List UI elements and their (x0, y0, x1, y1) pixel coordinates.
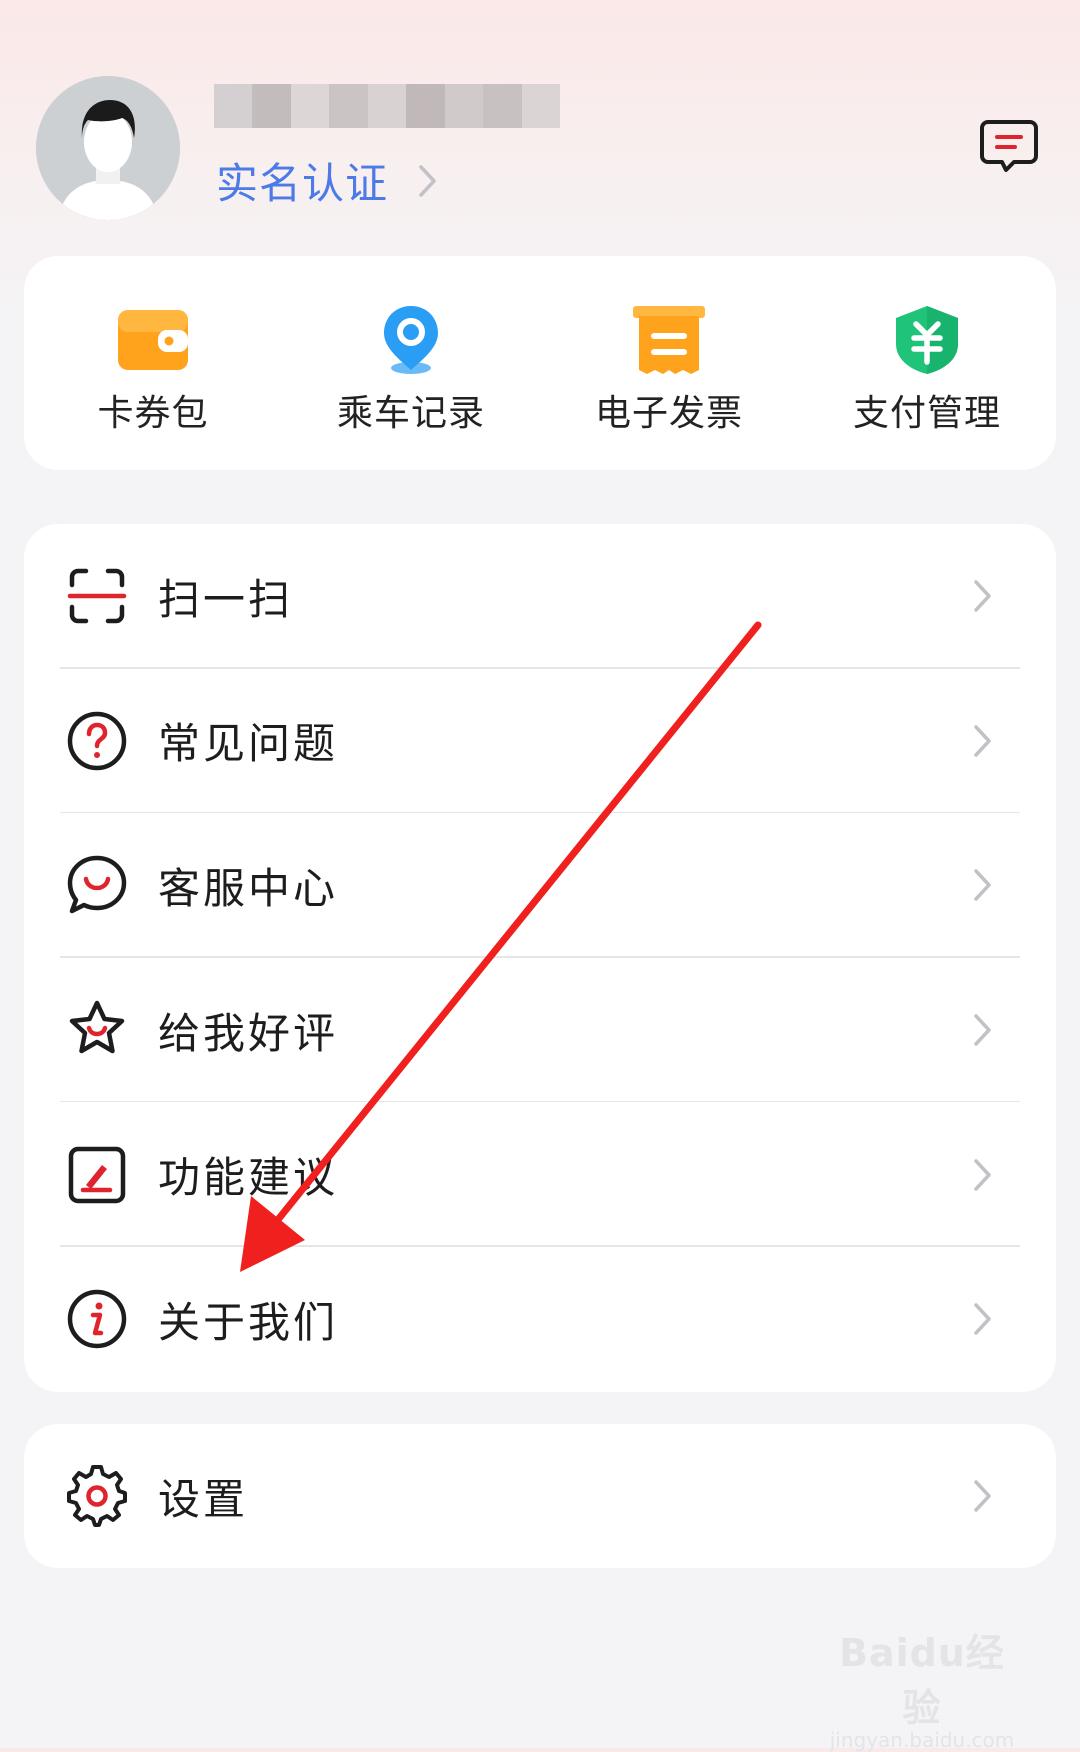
verify-label: 实名认证 (216, 159, 389, 208)
chevron-right-icon (974, 1014, 991, 1046)
chevron-right-icon (974, 580, 991, 613)
menu-item-faq[interactable]: 常见问题 (24, 669, 1056, 814)
chevron-right-icon (974, 1303, 991, 1336)
quick-item-label: 电子发票 (594, 393, 743, 434)
settings-card: 设置 (24, 1424, 1056, 1568)
menu-item-label: 设置 (158, 1474, 249, 1524)
chevron-right-icon (974, 869, 991, 902)
question-icon (67, 711, 127, 771)
menu-item-label: 给我好评 (158, 1008, 339, 1058)
edit-icon (68, 1146, 126, 1203)
menu-item-label: 功能建议 (158, 1153, 339, 1203)
menu-item-label: 客服中心 (158, 863, 339, 913)
message-icon[interactable] (978, 116, 1040, 178)
quick-item-label: 支付管理 (852, 393, 1001, 434)
default-avatar-icon (36, 76, 180, 220)
quick-actions-card: 卡券包 乘车记录 电子发票 支付管理 (24, 256, 1056, 470)
quick-item-label: 乘车记录 (336, 393, 485, 434)
menu-item-feedback[interactable]: 功能建议 (24, 1102, 1056, 1247)
menu-item-customer-service[interactable]: 客服中心 (24, 813, 1056, 958)
watermark-url: jingyan.baidu.com (829, 1728, 1015, 1752)
menu-item-settings[interactable]: 设置 (24, 1424, 1056, 1568)
menu-item-label: 常见问题 (158, 719, 339, 769)
star-icon (69, 1000, 125, 1054)
menu-item-scan[interactable]: 扫一扫 (24, 524, 1056, 669)
chat-service-icon (67, 856, 127, 914)
menu-item-label: 关于我们 (158, 1297, 339, 1347)
username-blurred (214, 84, 560, 128)
invoice-icon (633, 306, 705, 374)
wallet-icon (118, 310, 188, 370)
chevron-right-icon (419, 164, 436, 197)
avatar[interactable] (36, 76, 180, 220)
location-pin-icon (384, 306, 438, 374)
scan-icon (67, 569, 127, 624)
menu-item-about-us[interactable]: 关于我们 (24, 1247, 1056, 1392)
info-icon (67, 1290, 127, 1349)
chevron-right-icon (974, 725, 991, 757)
quick-item-payment[interactable]: 支付管理 (798, 256, 1056, 470)
baidu-jingyan-watermark: Baidu经验 jingyan.baidu.com (824, 1622, 1020, 1752)
chevron-right-icon (974, 1158, 991, 1191)
menu-item-label: 扫一扫 (158, 574, 294, 624)
gear-icon (67, 1465, 127, 1527)
quick-item-ride-records[interactable]: 乘车记录 (282, 256, 540, 470)
quick-item-label: 卡券包 (97, 393, 209, 434)
watermark-logo: Baidu经验 (839, 1631, 1005, 1730)
real-name-verify-link[interactable]: 实名认证 (216, 150, 440, 211)
menu-item-rate-us[interactable]: 给我好评 (24, 958, 1056, 1103)
chevron-right-icon (974, 1480, 991, 1512)
quick-item-wallet[interactable]: 卡券包 (24, 256, 282, 470)
yuan-shield-icon (896, 306, 958, 374)
quick-item-e-invoice[interactable]: 电子发票 (540, 256, 798, 470)
menu-card: 扫一扫 常见问题 客服中心 给我好评 功能建议 关于我们 (24, 524, 1056, 1392)
